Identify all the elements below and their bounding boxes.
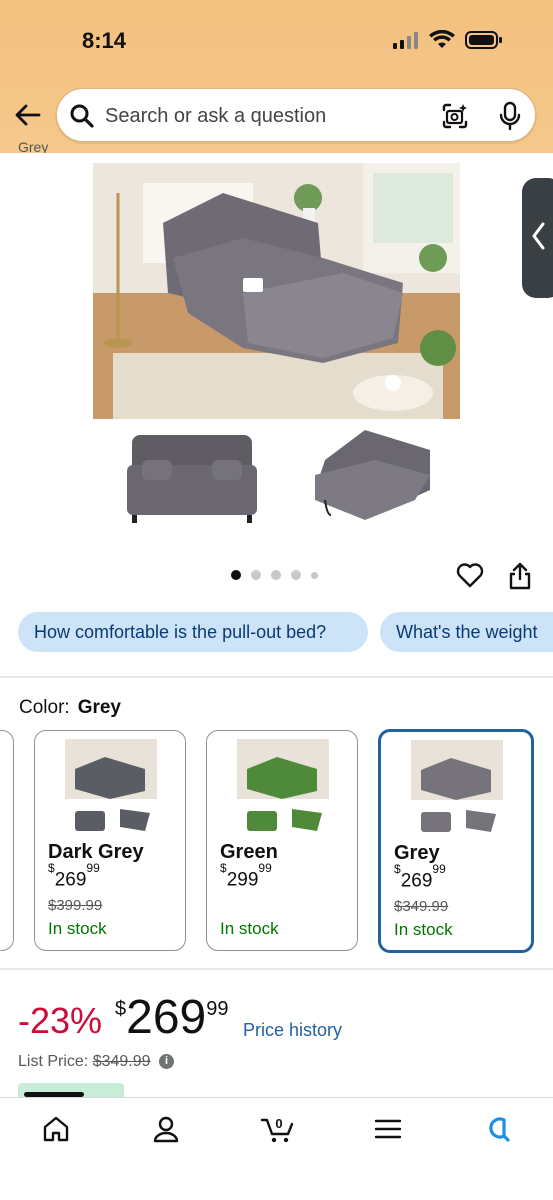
- cut-off-text: Grey: [18, 141, 49, 153]
- carousel-dot[interactable]: [311, 571, 318, 579]
- list-price: List Price: $349.99 i: [18, 1053, 174, 1071]
- price-cents: 99: [432, 862, 446, 876]
- color-swatch-green[interactable]: Green $29999 In stock: [206, 730, 358, 951]
- currency-symbol: $: [220, 861, 227, 875]
- question-chip[interactable]: How comfortable is the pull-out bed?: [18, 612, 368, 652]
- currency-symbol: $: [394, 862, 401, 876]
- microphone-icon[interactable]: [497, 101, 523, 131]
- product-main-image[interactable]: [93, 163, 460, 419]
- color-swatch-grey[interactable]: Grey $26999 $349.99 In stock: [378, 729, 534, 953]
- sofa-bed-photo: [93, 163, 460, 419]
- price-cents: 99: [86, 861, 100, 875]
- heart-icon[interactable]: [456, 562, 484, 588]
- price-whole: 299: [226, 869, 259, 891]
- signal-icon: [393, 32, 418, 49]
- swatch-price: $26999: [48, 861, 100, 891]
- bottom-navigation: 0: [0, 1092, 553, 1200]
- carousel-dots: [231, 570, 318, 580]
- swatch-stock: In stock: [220, 919, 279, 938]
- sofa-front-thumbnail: [127, 435, 257, 523]
- discount-percent: -23%: [18, 1000, 103, 1041]
- status-time: 8:14: [82, 28, 127, 53]
- carousel-dot[interactable]: [231, 570, 241, 580]
- status-icons: [393, 30, 503, 50]
- color-label: Color: Grey: [19, 697, 121, 719]
- info-icon[interactable]: i: [159, 1054, 174, 1070]
- currency-symbol: $: [48, 861, 55, 875]
- swatch-image: [411, 740, 503, 832]
- product-thumbnail-extended[interactable]: [305, 420, 440, 530]
- product-thumbnail-front[interactable]: [122, 425, 262, 530]
- carousel-dot[interactable]: [251, 570, 261, 580]
- swatch-price: $26999: [394, 862, 446, 892]
- battery-icon: [465, 31, 502, 49]
- rufus-assistant-icon[interactable]: [482, 1114, 512, 1144]
- menu-icon[interactable]: [373, 1114, 403, 1144]
- swatch-partial[interactable]: [0, 730, 14, 951]
- chevron-left-icon[interactable]: [530, 220, 548, 252]
- carousel-dot[interactable]: [271, 570, 281, 580]
- home-icon[interactable]: [41, 1114, 71, 1144]
- swatch-price: $29999: [220, 861, 272, 891]
- section-divider: [0, 676, 553, 678]
- color-label-text: Color:: [19, 697, 70, 718]
- question-chip[interactable]: What's the weight: [380, 612, 553, 652]
- swatch-stock: In stock: [48, 919, 107, 938]
- color-swatch-dark-grey[interactable]: Dark Grey $26999 $399.99 In stock: [34, 730, 186, 951]
- price-cents: 99: [206, 998, 229, 1020]
- camera-lens-icon[interactable]: [441, 102, 469, 130]
- share-icon[interactable]: [508, 562, 532, 590]
- cart-count: 0: [275, 1116, 282, 1131]
- list-price-label: List Price:: [18, 1053, 89, 1070]
- wifi-icon: [429, 30, 455, 48]
- current-price: $26999: [115, 990, 228, 1045]
- swatch-stock: In stock: [394, 920, 453, 939]
- section-divider: [0, 968, 553, 970]
- swatch-image: [237, 739, 329, 831]
- list-price-value: $349.99: [92, 1053, 151, 1070]
- price-whole: 269: [126, 991, 207, 1044]
- price-history-link[interactable]: Price history: [243, 1020, 342, 1041]
- search-icon: [70, 104, 94, 128]
- swatch-list-price: $399.99: [48, 897, 103, 914]
- sofa-extended-thumbnail: [315, 430, 430, 520]
- back-arrow-icon[interactable]: [14, 101, 42, 129]
- partial-offer-row: [18, 1083, 498, 1097]
- price-whole: 269: [400, 870, 433, 892]
- carousel-dot[interactable]: [291, 570, 301, 580]
- color-selected: Grey: [77, 697, 121, 718]
- account-icon[interactable]: [151, 1114, 181, 1144]
- price-cents: 99: [258, 861, 272, 875]
- search-input[interactable]: Search or ask a question: [105, 105, 326, 128]
- swatch-image: [65, 739, 157, 831]
- search-bar[interactable]: Search or ask a question: [56, 88, 536, 142]
- currency-symbol: $: [115, 998, 127, 1020]
- swatch-list-price: $349.99: [394, 898, 449, 915]
- cart-icon[interactable]: 0: [260, 1114, 296, 1144]
- home-indicator: [24, 1092, 84, 1097]
- status-bar: 8:14: [0, 0, 553, 80]
- price-whole: 269: [54, 869, 87, 891]
